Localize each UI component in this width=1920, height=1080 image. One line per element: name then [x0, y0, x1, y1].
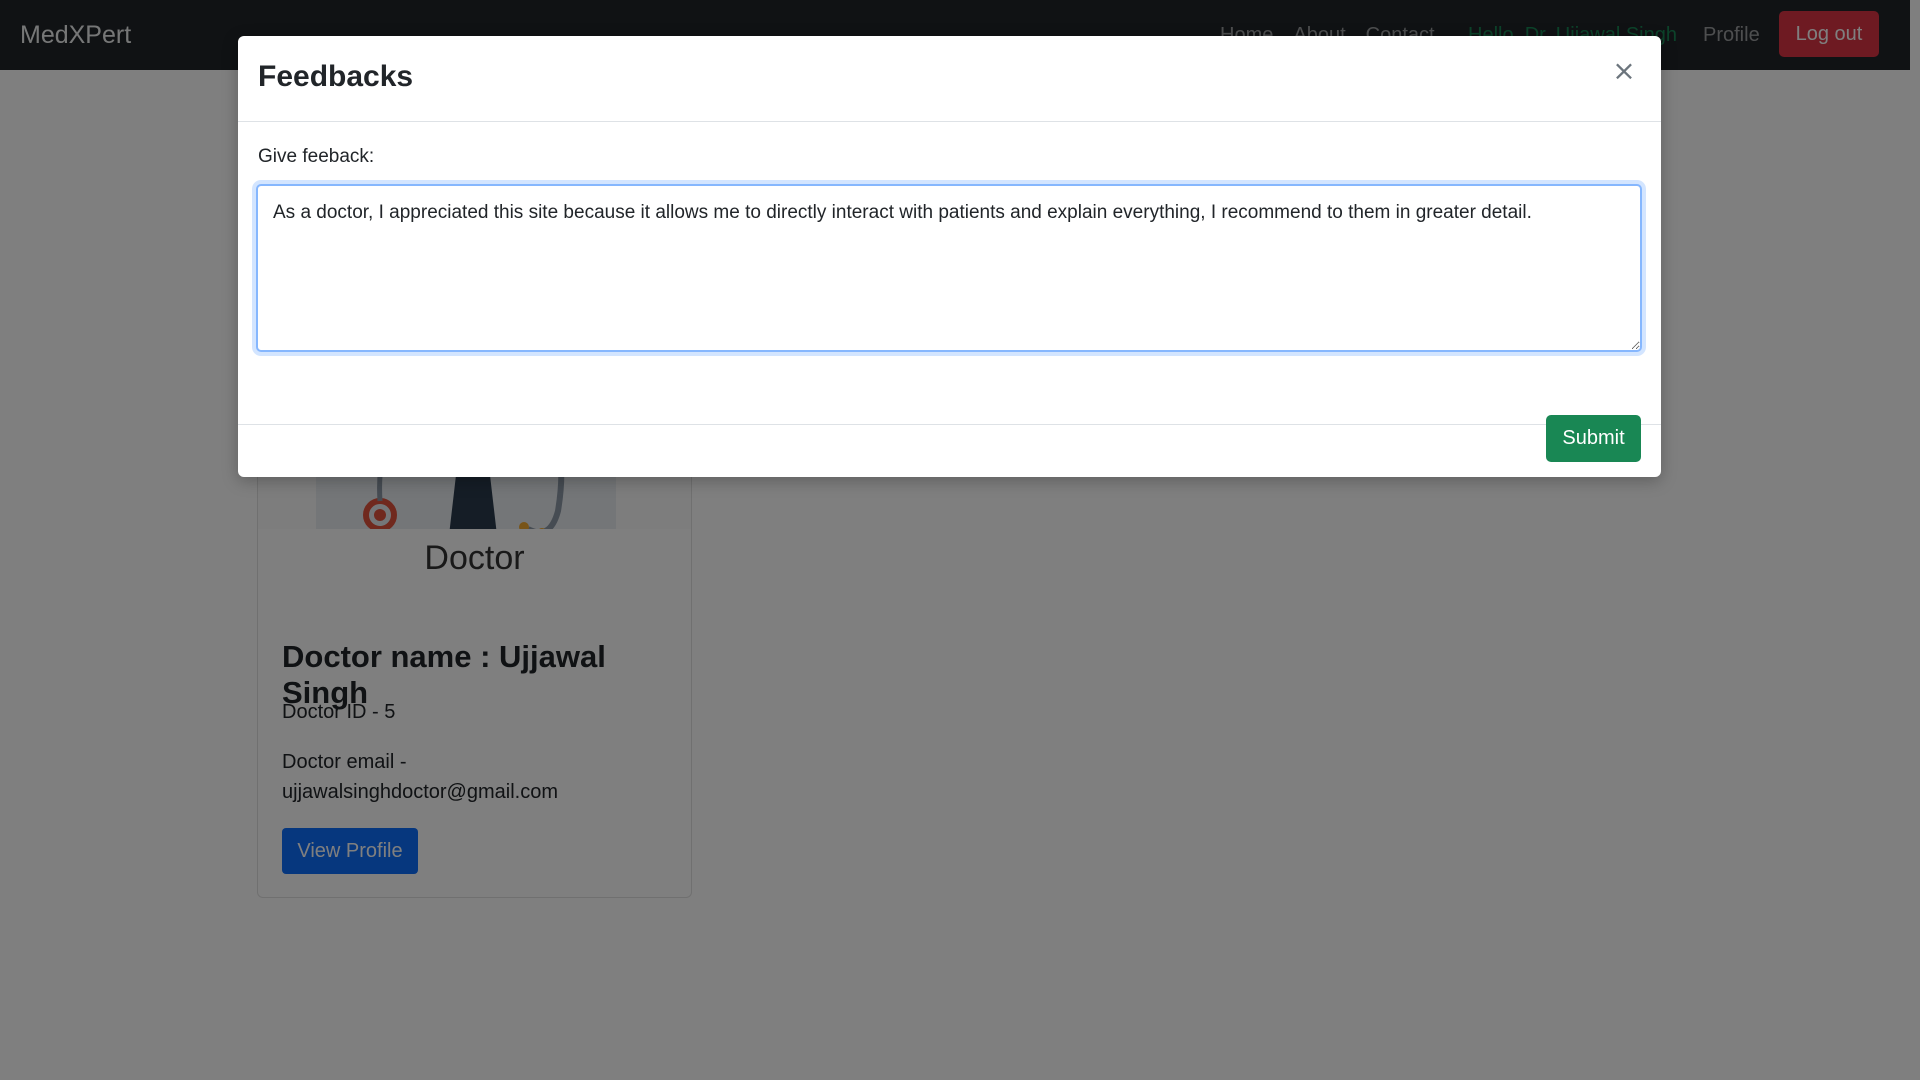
feedback-textarea[interactable]: As a doctor, I appreciated this site bec…	[256, 184, 1642, 352]
close-icon[interactable]: ×	[1609, 56, 1639, 86]
modal-footer: Submit	[238, 415, 1661, 477]
feedback-modal: Feedbacks × Give feeback: As a doctor, I…	[238, 36, 1661, 477]
submit-button[interactable]: Submit	[1546, 415, 1641, 462]
modal-title: Feedbacks	[258, 60, 414, 93]
modal-body: Give feeback: As a doctor, I appreciated…	[238, 122, 1661, 425]
feedback-label: Give feeback:	[258, 146, 375, 167]
modal-header: Feedbacks ×	[238, 36, 1661, 122]
